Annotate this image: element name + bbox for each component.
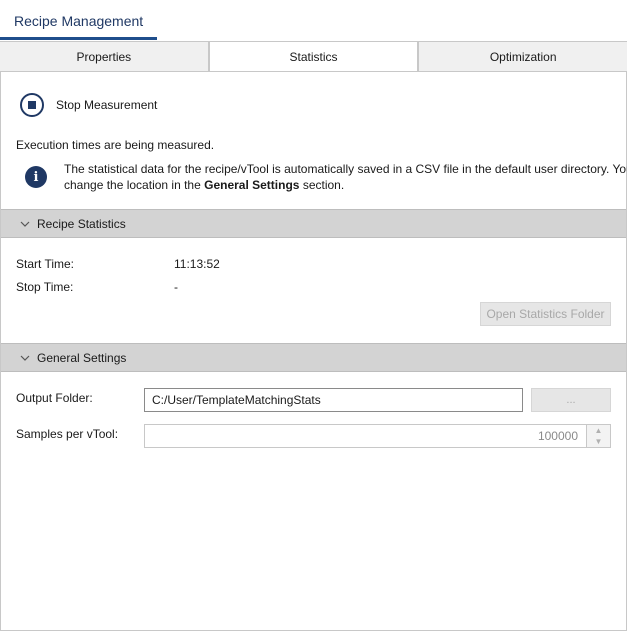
- tab-optimization[interactable]: Optimization: [418, 42, 627, 71]
- recipe-statistics-title: Recipe Statistics: [37, 216, 126, 231]
- chevron-down-icon: [19, 218, 31, 230]
- info-line-2: change the location in the General Setti…: [64, 177, 627, 193]
- stop-time-value: -: [174, 280, 178, 294]
- info-line-1: The statistical data for the recipe/vToo…: [64, 162, 627, 176]
- output-folder-label: Output Folder:: [16, 391, 93, 405]
- stop-measurement-button[interactable]: Stop Measurement: [20, 93, 157, 117]
- info-line-2-suffix: section.: [299, 178, 345, 192]
- title-underline: [0, 37, 157, 40]
- stop-time-label: Stop Time:: [16, 280, 74, 294]
- general-settings-title: General Settings: [37, 350, 127, 365]
- browse-button[interactable]: ...: [531, 388, 611, 412]
- info-line-2-prefix: change the location in the: [64, 178, 205, 192]
- stop-circle-icon: [20, 93, 44, 117]
- info-line-2-bold: General Settings: [204, 178, 300, 192]
- start-time-value: 11:13:52: [174, 257, 220, 271]
- output-folder-input[interactable]: C:/User/TemplateMatchingStats: [144, 388, 523, 412]
- tab-statistics[interactable]: Statistics: [208, 42, 419, 71]
- recipe-statistics-header[interactable]: Recipe Statistics: [1, 209, 626, 238]
- samples-spinner: ▲ ▼: [587, 424, 611, 448]
- open-statistics-folder-button[interactable]: Open Statistics Folder: [480, 302, 611, 326]
- title-bar: Recipe Management: [0, 0, 627, 41]
- window-title: Recipe Management: [14, 13, 144, 29]
- info-message: The statistical data for the recipe/vToo…: [64, 161, 627, 193]
- stop-measurement-label: Stop Measurement: [56, 98, 158, 112]
- tab-bar: Properties Statistics Optimization: [0, 41, 627, 72]
- status-text: Execution times are being measured.: [16, 138, 215, 152]
- start-time-label: Start Time:: [16, 257, 75, 271]
- chevron-down-icon: [19, 352, 31, 364]
- tab-properties[interactable]: Properties: [0, 42, 209, 71]
- spin-down-icon[interactable]: ▼: [587, 436, 610, 447]
- samples-per-vtool-label: Samples per vTool:: [16, 427, 119, 441]
- info-icon: i: [25, 166, 47, 188]
- spin-up-icon[interactable]: ▲: [587, 425, 610, 436]
- general-settings-header[interactable]: General Settings: [1, 343, 626, 372]
- samples-per-vtool-input[interactable]: 100000: [144, 424, 587, 448]
